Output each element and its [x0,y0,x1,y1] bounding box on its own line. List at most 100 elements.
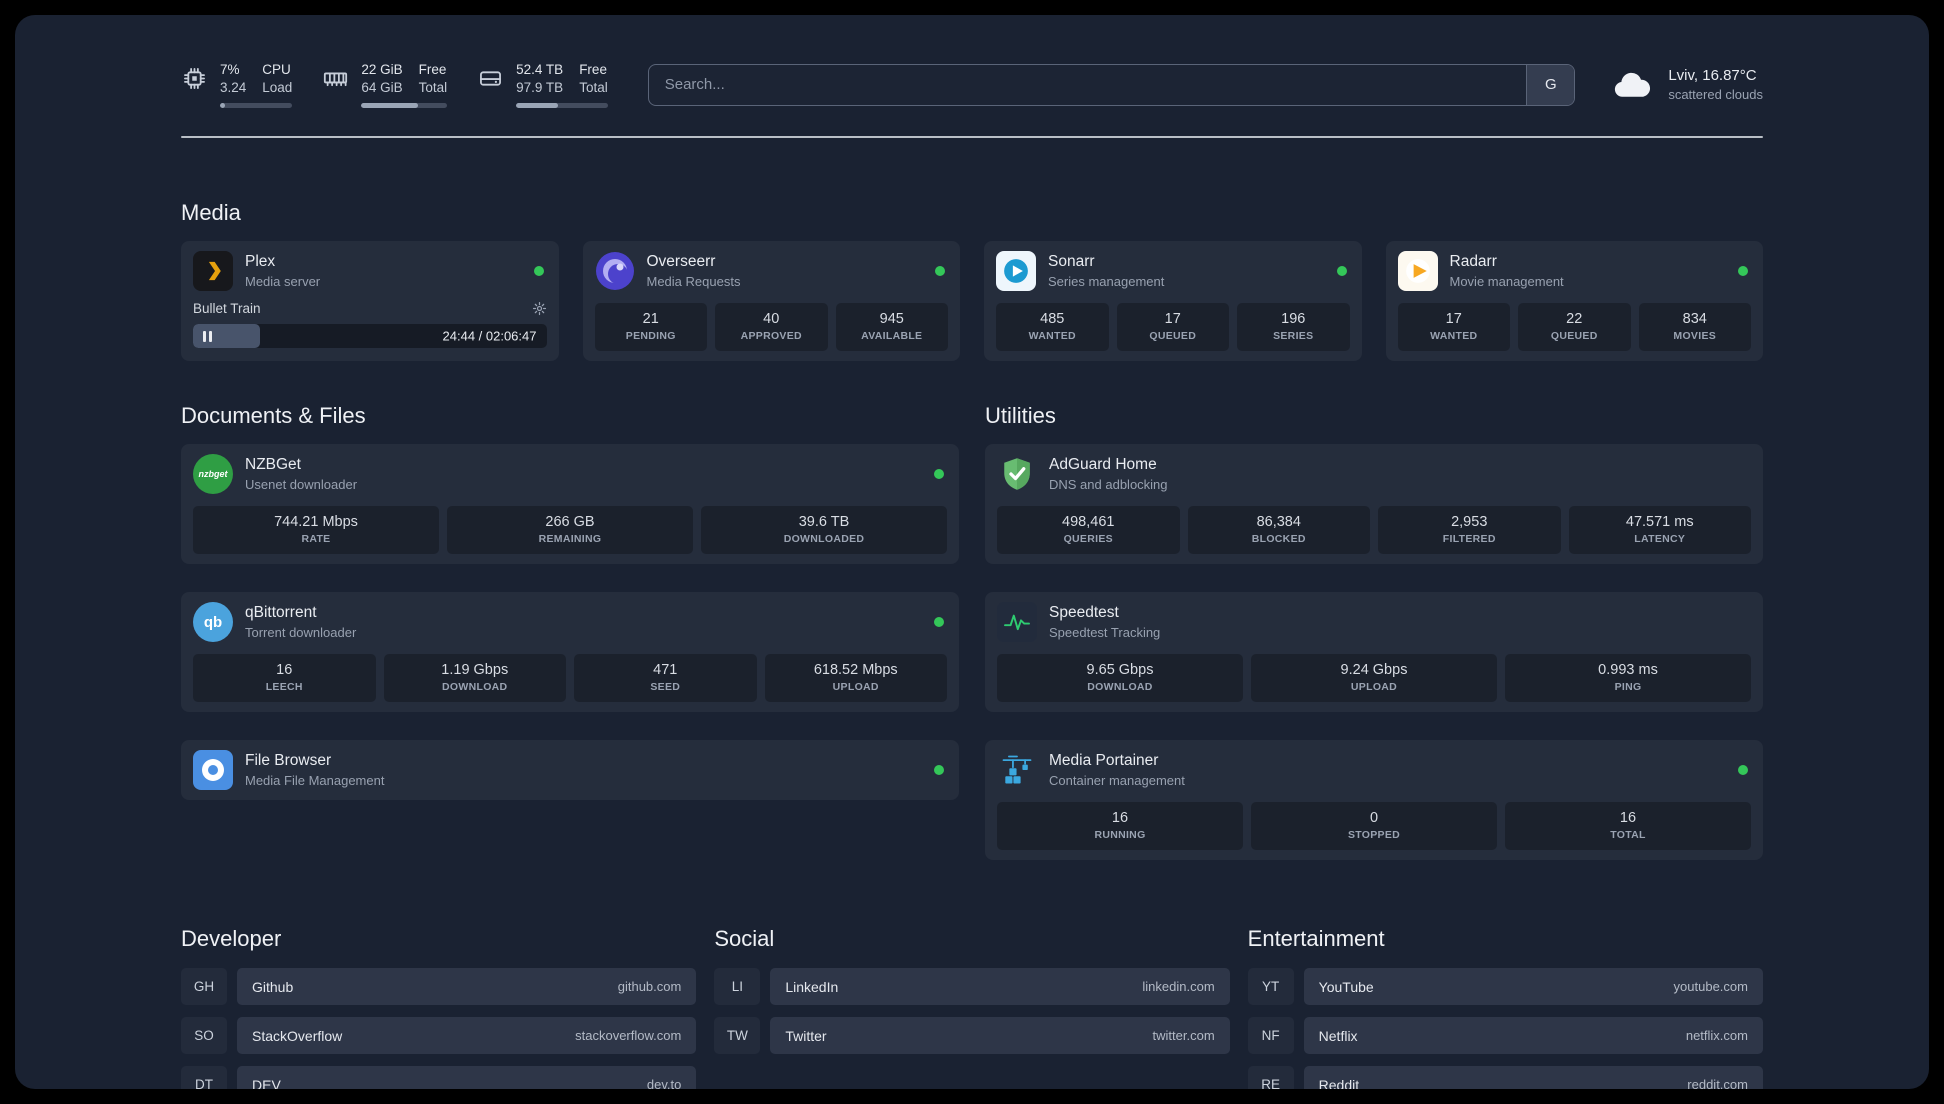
service-card-radarr[interactable]: Radarr Movie management 17 WANTED 22 QUE… [1385,241,1763,362]
bookmark-github[interactable]: GH Github github.com [181,968,697,1006]
stat-value: 17 [1164,311,1181,328]
status-dot [533,266,544,277]
bookmark-linkedin[interactable]: LI LinkedIn linkedin.com [714,968,1230,1006]
now-playing-title: Bullet Train [193,301,261,317]
service-name: Sonarr [1048,253,1095,271]
stat-label: DOWNLOAD [1087,681,1153,694]
service-card-qbittorrent[interactable]: qb qBittorrent Torrent downloader 16 LEE… [181,592,959,713]
section-utilities: Utilities AdGuard Home DNS and adblockin… [985,403,1763,861]
stat-box: 9.24 Gbps UPLOAD [1251,654,1497,703]
weather-location-temp: Lviv, 16.87°C [1668,66,1757,84]
service-name: File Browser [245,752,332,770]
stat-label: SEED [650,681,681,694]
stat-box: 471 SEED [574,654,757,703]
bookmark-name: DEV [252,1076,281,1089]
weather-widget: Lviv, 16.87°C scattered clouds [1609,66,1763,104]
service-subtitle: DNS and adblocking [1049,476,1168,492]
stat-label: TOTAL [1610,829,1646,842]
service-card-adguard[interactable]: AdGuard Home DNS and adblocking 498,461 … [985,444,1763,565]
bookmark-reddit[interactable]: RE Reddit reddit.com [1247,1066,1763,1089]
section-title-media: Media [181,200,241,226]
bookmark-abbr: SO [181,1017,227,1055]
nzbget-icon: nzbget [193,454,233,495]
service-card-sonarr[interactable]: Sonarr Series management 485 WANTED 17 Q… [984,241,1362,362]
sonarr-icon [996,251,1036,292]
stat-label: LATENCY [1634,533,1686,546]
stat-value: 498,461 [1062,514,1115,531]
stat-box: 618.52 Mbps UPLOAD [764,654,947,703]
bookmark-domain: dev.to [646,1077,682,1089]
stat-label: APPROVED [740,330,802,343]
bookmark-twitter[interactable]: TW Twitter twitter.com [714,1017,1230,1055]
stat-value: 39.6 TB [798,514,850,531]
stat-box: 40 APPROVED [715,303,828,352]
status-dot [934,469,944,480]
stat-value: 47.571 ms [1625,514,1694,531]
section-title-documents: Documents & Files [181,403,366,429]
service-name: Speedtest [1049,604,1119,622]
stat-label: QUERIES [1063,533,1113,546]
memory-icon [324,72,348,87]
cpu-load-label: Load [262,79,293,95]
bookmark-abbr: GH [181,968,227,1006]
service-card-nzbget[interactable]: nzbget NZBGet Usenet downloader 744.21 M… [181,444,959,565]
plex-icon [193,251,233,292]
status-dot [1738,266,1748,277]
status-dot [934,617,944,628]
service-name: AdGuard Home [1049,456,1157,474]
bookmark-name: Github [252,978,294,995]
memory-free-label: Free [418,62,447,77]
bookmark-name: LinkedIn [785,978,839,995]
service-card-overseerr[interactable]: Overseerr Media Requests 21 PENDING 40 A… [582,241,960,362]
bookmark-netflix[interactable]: NF Netflix netflix.com [1247,1017,1763,1055]
service-card-speedtest[interactable]: Speedtest Speedtest Tracking 9.65 Gbps D… [985,592,1763,713]
service-name: qBittorrent [245,604,317,622]
bookmark-group-entertainment: Entertainment YT YouTube youtube.com NF … [1247,926,1763,1089]
disk-icon [480,71,502,86]
stat-label: MOVIES [1673,330,1717,343]
playback-progress-bar[interactable]: 24:44 / 02:06:47 [193,324,547,349]
stat-label: SERIES [1273,330,1314,343]
stat-value: 618.52 Mbps [813,662,898,679]
stat-value: 485 [1040,311,1065,328]
service-name: Overseerr [646,253,716,271]
stat-label: BLOCKED [1251,533,1306,546]
cpu-percent: 7% [220,62,240,77]
stat-value: 86,384 [1256,514,1301,531]
search-input[interactable] [648,64,1527,105]
search-provider-button[interactable]: G [1526,64,1575,105]
stat-box: 0.993 ms PING [1505,654,1751,703]
stat-box: 834 MOVIES [1638,303,1751,352]
bookmark-name: YouTube [1318,978,1374,995]
service-subtitle: Media server [245,273,321,289]
stat-label: RUNNING [1094,829,1146,842]
stat-box: 0 STOPPED [1251,802,1497,851]
service-card-filebrowser[interactable]: File Browser Media File Management [181,740,959,801]
qbittorrent-icon: qb [193,602,233,643]
stat-label: LEECH [265,681,303,694]
stat-box: 16 TOTAL [1505,802,1751,851]
service-card-plex[interactable]: Plex Media server Bullet Train 24:44 / 0… [181,241,559,362]
cloud-icon [1615,72,1651,97]
bookmark-group-developer: Developer GH Github github.com SO StackO… [181,926,697,1089]
stat-box: 47.571 ms LATENCY [1568,506,1751,555]
stat-value: 9.24 Gbps [1340,662,1408,679]
stat-label: DOWNLOADED [783,533,865,546]
bookmark-stackoverflow[interactable]: SO StackOverflow stackoverflow.com [181,1017,697,1055]
bookmark-youtube[interactable]: YT YouTube youtube.com [1247,968,1763,1006]
service-card-portainer[interactable]: Media Portainer Container management 16 … [985,740,1763,861]
status-dot [935,266,945,277]
stat-box: 2,953 FILTERED [1378,506,1561,555]
stat-box: 17 WANTED [1397,303,1510,352]
service-subtitle: Speedtest Tracking [1049,624,1161,640]
stat-box: 86,384 BLOCKED [1187,506,1370,555]
dashboard-app: 7% 3.24 CPU Load 22 GiB 64 GiB Free Tota… [15,15,1929,1089]
memory-free-value: 22 GiB [361,62,403,77]
bookmark-dev[interactable]: DT DEV dev.to [181,1066,697,1089]
gear-icon[interactable] [532,301,547,316]
stat-value: 0 [1369,810,1379,827]
stat-label: DOWNLOAD [442,681,508,694]
playback-time: 24:44 / 02:06:47 [442,328,537,344]
pause-icon[interactable] [203,330,212,342]
service-subtitle: Container management [1049,772,1185,788]
